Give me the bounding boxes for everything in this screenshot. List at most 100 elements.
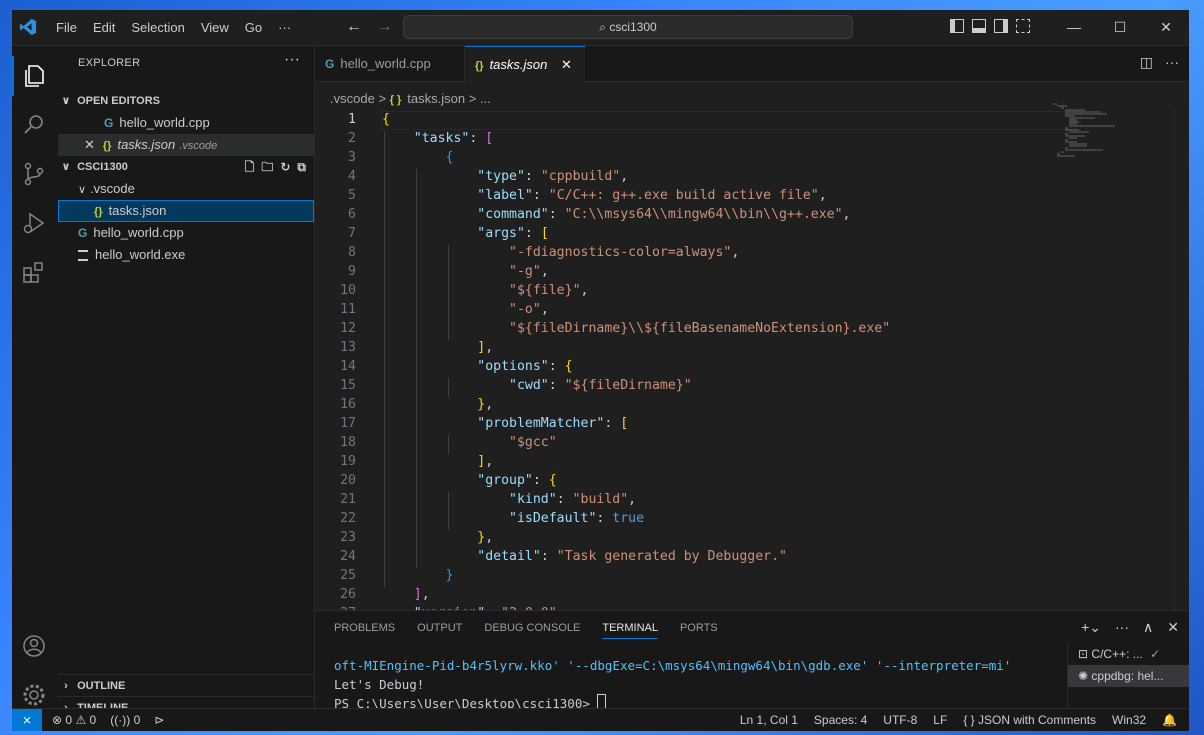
more-actions-icon[interactable]: ···	[1165, 54, 1179, 71]
new-terminal-icon[interactable]: +⌄	[1081, 619, 1101, 636]
menu-file[interactable]: File	[48, 10, 85, 45]
open-editors-section[interactable]: ∨ OPEN EDITORS	[58, 90, 314, 112]
indentation[interactable]: Spaces: 4	[814, 709, 867, 731]
close-icon[interactable]: ✕	[84, 137, 95, 152]
breadcrumb-file[interactable]: tasks.json	[407, 91, 465, 106]
menu-go[interactable]: Go	[237, 10, 270, 45]
close-panel-icon[interactable]: ✕	[1167, 619, 1179, 636]
manage-gear-icon[interactable]	[21, 682, 47, 708]
outline-section[interactable]: › OUTLINE	[58, 674, 314, 697]
accounts-icon[interactable]	[21, 633, 47, 659]
tab-debug-console[interactable]: DEBUG CONSOLE	[484, 622, 580, 639]
open-editor-item[interactable]: Ghello_world.cpp	[58, 112, 314, 134]
code-line: "-fdiagnostics-color=always",	[509, 245, 740, 260]
tab-terminal[interactable]: TERMINAL	[602, 622, 658, 639]
extensions-icon[interactable]	[21, 259, 47, 285]
line-number: 18	[340, 435, 356, 450]
menu-selection[interactable]: Selection	[123, 10, 192, 45]
open-editor-label: tasks.json	[117, 137, 176, 152]
minimap[interactable]	[1051, 102, 1121, 162]
code-line: "tasks": [	[413, 131, 494, 146]
line-number: 26	[340, 587, 356, 602]
line-number: 24	[340, 549, 356, 564]
line-number: 10	[340, 283, 356, 298]
close-tab-icon[interactable]: ✕	[561, 57, 572, 72]
tree-item-file[interactable]: Ghello_world.cpp	[58, 222, 314, 244]
refresh-icon[interactable]: ↻	[280, 156, 290, 178]
tab-problems[interactable]: PROBLEMS	[334, 622, 395, 639]
terminal-output[interactable]: oft-MIEngine-Pid-b4r5lyrw.kko' '--dbgExe…	[334, 656, 1011, 713]
more-actions-icon[interactable]: ···	[284, 51, 300, 69]
encoding[interactable]: UTF-8	[883, 709, 917, 731]
tab-ports[interactable]: PORTS	[680, 622, 718, 639]
back-arrow-icon[interactable]: ←	[346, 18, 362, 35]
folder-section[interactable]: ∨ CSCI1300 🗋 🗀 ↻ ⧉	[58, 156, 314, 178]
terminal-item[interactable]: ✺ cppdbg: hel...	[1068, 665, 1189, 687]
maximize-icon[interactable]: ☐	[1097, 10, 1143, 45]
breadcrumb-folder[interactable]: .vscode	[330, 91, 375, 106]
maximize-panel-icon[interactable]: ∧	[1143, 619, 1153, 636]
broadcast-icon: ((·))	[110, 713, 131, 727]
tab-hello-world-cpp[interactable]: Ghello_world.cpp	[315, 46, 465, 81]
split-editor-icon[interactable]: ◫	[1140, 54, 1153, 71]
tree-item-file[interactable]: hello_world.exe	[58, 244, 314, 266]
json-file-icon: {}	[475, 60, 484, 72]
menu-edit[interactable]: Edit	[85, 10, 123, 45]
debug-run-icon[interactable]: ⊳	[154, 709, 164, 731]
tree-item-folder[interactable]: ∨ .vscode	[58, 178, 314, 200]
vertical-scrollbar[interactable]	[1174, 110, 1189, 610]
tab-tasks-json[interactable]: {} tasks.json ✕	[465, 46, 585, 82]
language-mode[interactable]: { } JSON with Comments	[963, 709, 1096, 731]
search-icon[interactable]	[21, 112, 47, 138]
line-number: 2	[348, 131, 356, 146]
close-icon[interactable]: ✕	[1143, 10, 1189, 45]
menu-view[interactable]: View	[193, 10, 237, 45]
tab-output[interactable]: OUTPUT	[417, 622, 462, 639]
panel-tabs: PROBLEMS OUTPUT DEBUG CONSOLE TERMINAL P…	[334, 622, 718, 639]
problems-indicator[interactable]: ⊗ 0 ⚠ 0	[52, 709, 96, 731]
new-folder-icon[interactable]: 🗀	[261, 156, 273, 178]
run-debug-icon[interactable]	[21, 210, 47, 236]
cursor-position[interactable]: Ln 1, Col 1	[740, 709, 798, 731]
breadcrumb: .vscode > { } tasks.json > ...	[330, 91, 491, 106]
code-line: "command": "C:\\msys64\\mingw64\\bin\\g+…	[477, 207, 851, 222]
command-center-search[interactable]: ⌕ csci1300	[403, 15, 853, 39]
line-ending[interactable]: LF	[933, 709, 947, 731]
tree-item-file[interactable]: {} tasks.json	[58, 200, 314, 222]
menu-bar: File Edit Selection View Go ···	[48, 10, 299, 45]
current-line-highlight	[381, 111, 1081, 130]
code-line: {	[382, 112, 390, 127]
remote-indicator-icon[interactable]: ⨯	[12, 709, 42, 731]
source-control-icon[interactable]	[21, 161, 47, 187]
collapse-all-icon[interactable]: ⧉	[297, 156, 306, 178]
code-line: {	[445, 150, 454, 165]
line-number: 15	[340, 378, 356, 393]
command-center-text: csci1300	[609, 20, 657, 34]
toggle-panel-icon[interactable]	[972, 19, 986, 33]
forward-arrow-icon[interactable]: →	[376, 18, 392, 35]
explorer-icon[interactable]	[21, 63, 47, 89]
debug-icon: ✺	[1078, 669, 1089, 683]
notifications-bell-icon[interactable]: 🔔	[1162, 709, 1177, 731]
code-line: ],	[477, 454, 494, 469]
breadcrumb-symbol[interactable]: ...	[480, 91, 491, 106]
toggle-secondary-sidebar-icon[interactable]	[994, 19, 1008, 33]
toggle-primary-sidebar-icon[interactable]	[950, 19, 964, 33]
open-editor-item[interactable]: ✕ {} tasks.json .vscode	[58, 134, 314, 156]
explorer-sidebar: EXPLORER ··· ∨ OPEN EDITORS Ghello_world…	[58, 46, 315, 714]
line-number: 20	[340, 473, 356, 488]
customize-layout-icon[interactable]	[1016, 19, 1030, 33]
code-line: "label": "C/C++: g++.exe build active fi…	[477, 188, 827, 203]
more-actions-icon[interactable]: ···	[1115, 619, 1129, 636]
terminal-item[interactable]: ⊡ C/C++: ... ✓	[1068, 643, 1189, 665]
line-number: 6	[348, 207, 356, 222]
minimize-icon[interactable]: —	[1051, 10, 1097, 45]
menu-more[interactable]: ···	[270, 10, 299, 45]
ports-indicator[interactable]: ((·)) 0	[110, 709, 140, 731]
code-editor[interactable]: 1{2 "tasks": [3 {4 "type": "cppbuild", 5 …	[315, 110, 1189, 610]
status-bar: ⨯ ⊗ 0 ⚠ 0 ((·)) 0 ⊳ Ln 1, Col 1 Spaces: …	[12, 708, 1189, 731]
tab-label: tasks.json	[489, 57, 548, 72]
platform[interactable]: Win32	[1112, 709, 1146, 731]
code-line: "-g",	[509, 264, 549, 279]
new-file-icon[interactable]: 🗋	[245, 156, 255, 178]
